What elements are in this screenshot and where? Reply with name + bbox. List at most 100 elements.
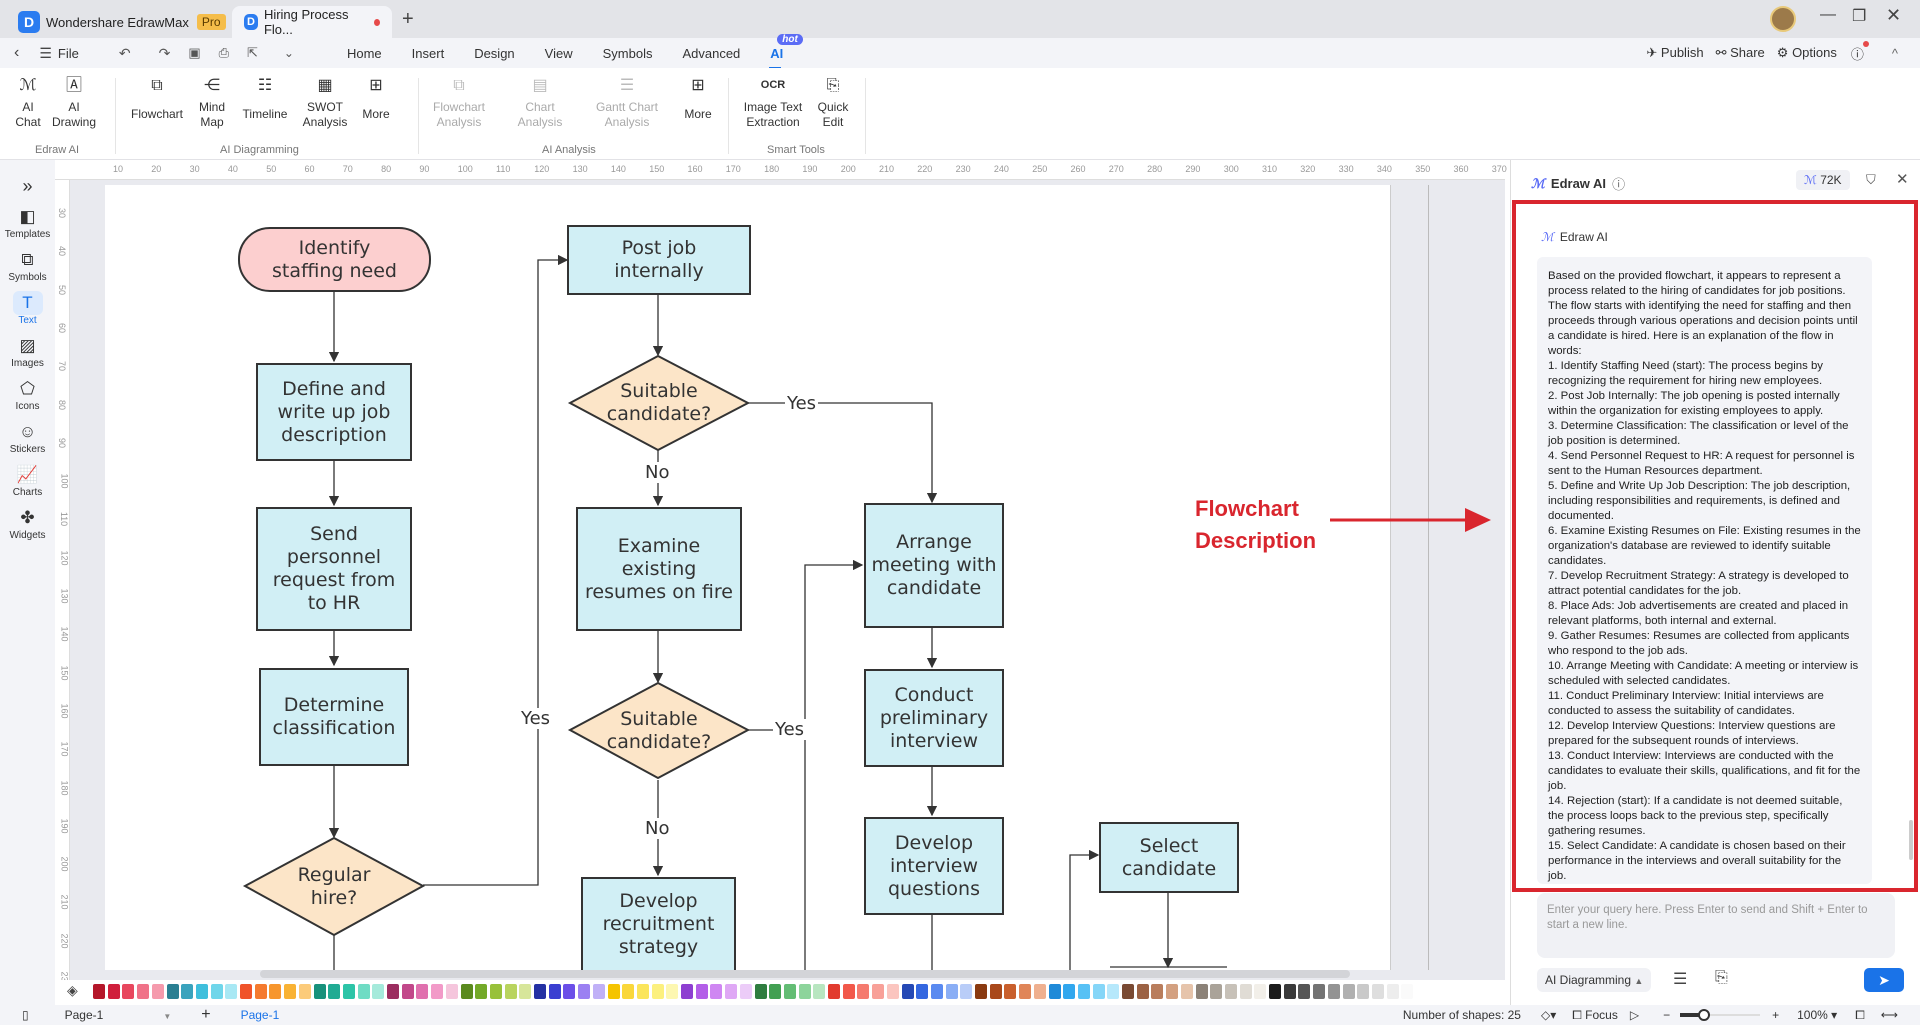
menu-design[interactable]: Design [459,46,529,61]
color-swatch[interactable] [636,984,649,999]
color-swatch[interactable] [445,984,458,999]
color-swatch[interactable] [1239,984,1252,999]
color-swatch[interactable] [489,984,502,999]
node-develop-recruitment-strategy[interactable]: Develop recruitment strategy [581,877,736,970]
color-swatch[interactable] [1122,984,1134,999]
node-develop-interview-questions[interactable]: Develop interview questions [864,817,1004,915]
color-swatch[interactable] [1077,984,1090,999]
node-arrange-meeting[interactable]: Arrange meeting with candidate [864,503,1004,628]
color-swatch[interactable] [1063,984,1076,999]
zoom-level[interactable]: 100% ▾ [1797,1008,1837,1022]
user-avatar[interactable] [1770,6,1796,32]
app-tab[interactable]: D Wondershare EdrawMax Pro [18,6,226,38]
color-swatch[interactable] [813,984,826,999]
page-panel-icon[interactable]: ▯ [22,1008,29,1022]
color-swatch[interactable] [166,984,179,999]
color-swatch[interactable] [1136,984,1149,999]
color-swatch[interactable] [298,984,311,999]
color-swatch[interactable] [210,984,223,999]
sidebar-item-symbols[interactable]: ⧉ Symbols [0,248,55,283]
color-swatch[interactable] [901,984,914,999]
add-page-button[interactable]: + [201,1006,210,1024]
sidebar-item-charts[interactable]: 📈 Charts [0,463,55,498]
send-button[interactable]: ➤ [1864,968,1904,992]
back-icon[interactable]: ‹ [14,44,19,62]
more-quick-access-icon[interactable]: ⌄ [284,46,294,60]
color-swatch[interactable] [1092,984,1105,999]
color-swatch[interactable] [916,984,929,999]
minimize-button[interactable]: — [1820,6,1836,24]
node-examine-resumes[interactable]: Examine existing resumes on fire [576,507,742,631]
node-determine-classification[interactable]: Determine classification [259,668,409,766]
menu-ai[interactable]: AI hot [755,33,803,69]
file-menu[interactable]: File [58,46,79,61]
color-swatch[interactable] [313,984,326,999]
color-swatch[interactable] [1401,984,1414,999]
ai-query-input[interactable]: Enter your query here. Press Enter to se… [1537,893,1895,958]
collapse-ribbon-icon[interactable]: ^ [1892,46,1898,61]
layers-icon[interactable]: ◇▾ [1541,1008,1556,1022]
color-swatch[interactable] [798,984,811,999]
color-swatch[interactable] [240,984,252,999]
color-swatch[interactable] [401,984,414,999]
color-swatch[interactable] [872,984,885,999]
ai-mode-select[interactable]: AI Diagramming ▲ [1537,968,1652,992]
document-tab[interactable]: D Hiring Process Flo... [232,6,392,38]
node-conduct-preliminary-interview[interactable]: Conduct preliminary interview [864,669,1004,767]
chat-history-icon[interactable]: ☰ [1673,969,1687,989]
credits-badge[interactable]: ℳ 72K [1796,170,1850,190]
color-swatch[interactable] [181,984,194,999]
color-swatch[interactable] [1357,984,1370,999]
ai-drawing-button[interactable]: 🄰 AI Drawing [50,78,98,130]
color-swatch[interactable] [886,984,899,999]
color-swatch[interactable] [1386,984,1399,999]
gantt-chart-analysis-button[interactable]: ☰ Gantt Chart Analysis [594,78,660,130]
color-swatch[interactable] [960,984,973,999]
fit-page-icon[interactable]: ⧠ [1855,1008,1865,1023]
flowchart-analysis-button[interactable]: ⧉ Flowchart Analysis [430,78,488,130]
swot-analysis-button[interactable]: ▦ SWOT Analysis [300,78,350,130]
node-send-personnel-request[interactable]: Send personnel request from to HR [256,507,412,631]
color-swatch[interactable] [578,984,591,999]
fill-bucket-icon[interactable]: ◈ [67,982,78,999]
color-swatch[interactable] [328,984,341,999]
color-swatch[interactable] [342,984,355,999]
color-swatch[interactable] [1224,984,1237,999]
color-swatch[interactable] [1151,984,1164,999]
color-swatch[interactable] [1004,984,1017,999]
new-tab-button[interactable]: + [402,8,414,31]
color-swatch[interactable] [1107,984,1120,999]
color-swatch[interactable] [475,984,488,999]
sidebar-item-templates[interactable]: ◧ Templates [0,205,55,240]
color-swatch[interactable] [416,984,429,999]
zoom-in-button[interactable]: + [1772,1008,1779,1022]
chart-analysis-button[interactable]: ▤ Chart Analysis [515,78,565,130]
color-swatch[interactable] [93,984,105,999]
node-identify-staffing-need[interactable]: Identify staffing need [238,227,431,292]
color-swatch[interactable] [548,984,561,999]
color-swatch[interactable] [195,984,208,999]
color-swatch[interactable] [1166,984,1179,999]
color-swatch[interactable] [783,984,796,999]
color-swatch[interactable] [592,984,605,999]
color-swatch[interactable] [563,984,576,999]
publish-button[interactable]: ✈ Publish [1646,45,1703,61]
color-swatch[interactable] [975,984,987,999]
color-swatch[interactable] [1327,984,1340,999]
image-text-extraction-button[interactable]: OCR Image Text Extraction [742,78,804,130]
zoom-out-button[interactable]: − [1663,1008,1670,1022]
color-swatch[interactable] [989,984,1002,999]
color-swatch[interactable] [107,984,120,999]
options-button[interactable]: ⚙ Options [1777,45,1837,61]
node-post-job-internally[interactable]: Post job internally [567,225,751,295]
color-swatch[interactable] [607,984,620,999]
print-button[interactable]: ⎙ [219,45,229,61]
more-diagramming-button[interactable]: ⊞ More [360,78,392,122]
color-swatch[interactable] [137,984,150,999]
cart-icon[interactable]: ⛉ [1866,172,1876,188]
sidebar-item-stickers[interactable]: ☺ Stickers [0,420,55,455]
node-define-job-description[interactable]: Define and write up job description [256,363,412,461]
color-swatch[interactable] [1342,984,1355,999]
color-swatch[interactable] [372,984,385,999]
expand-sidebar-icon[interactable]: » [0,176,55,197]
